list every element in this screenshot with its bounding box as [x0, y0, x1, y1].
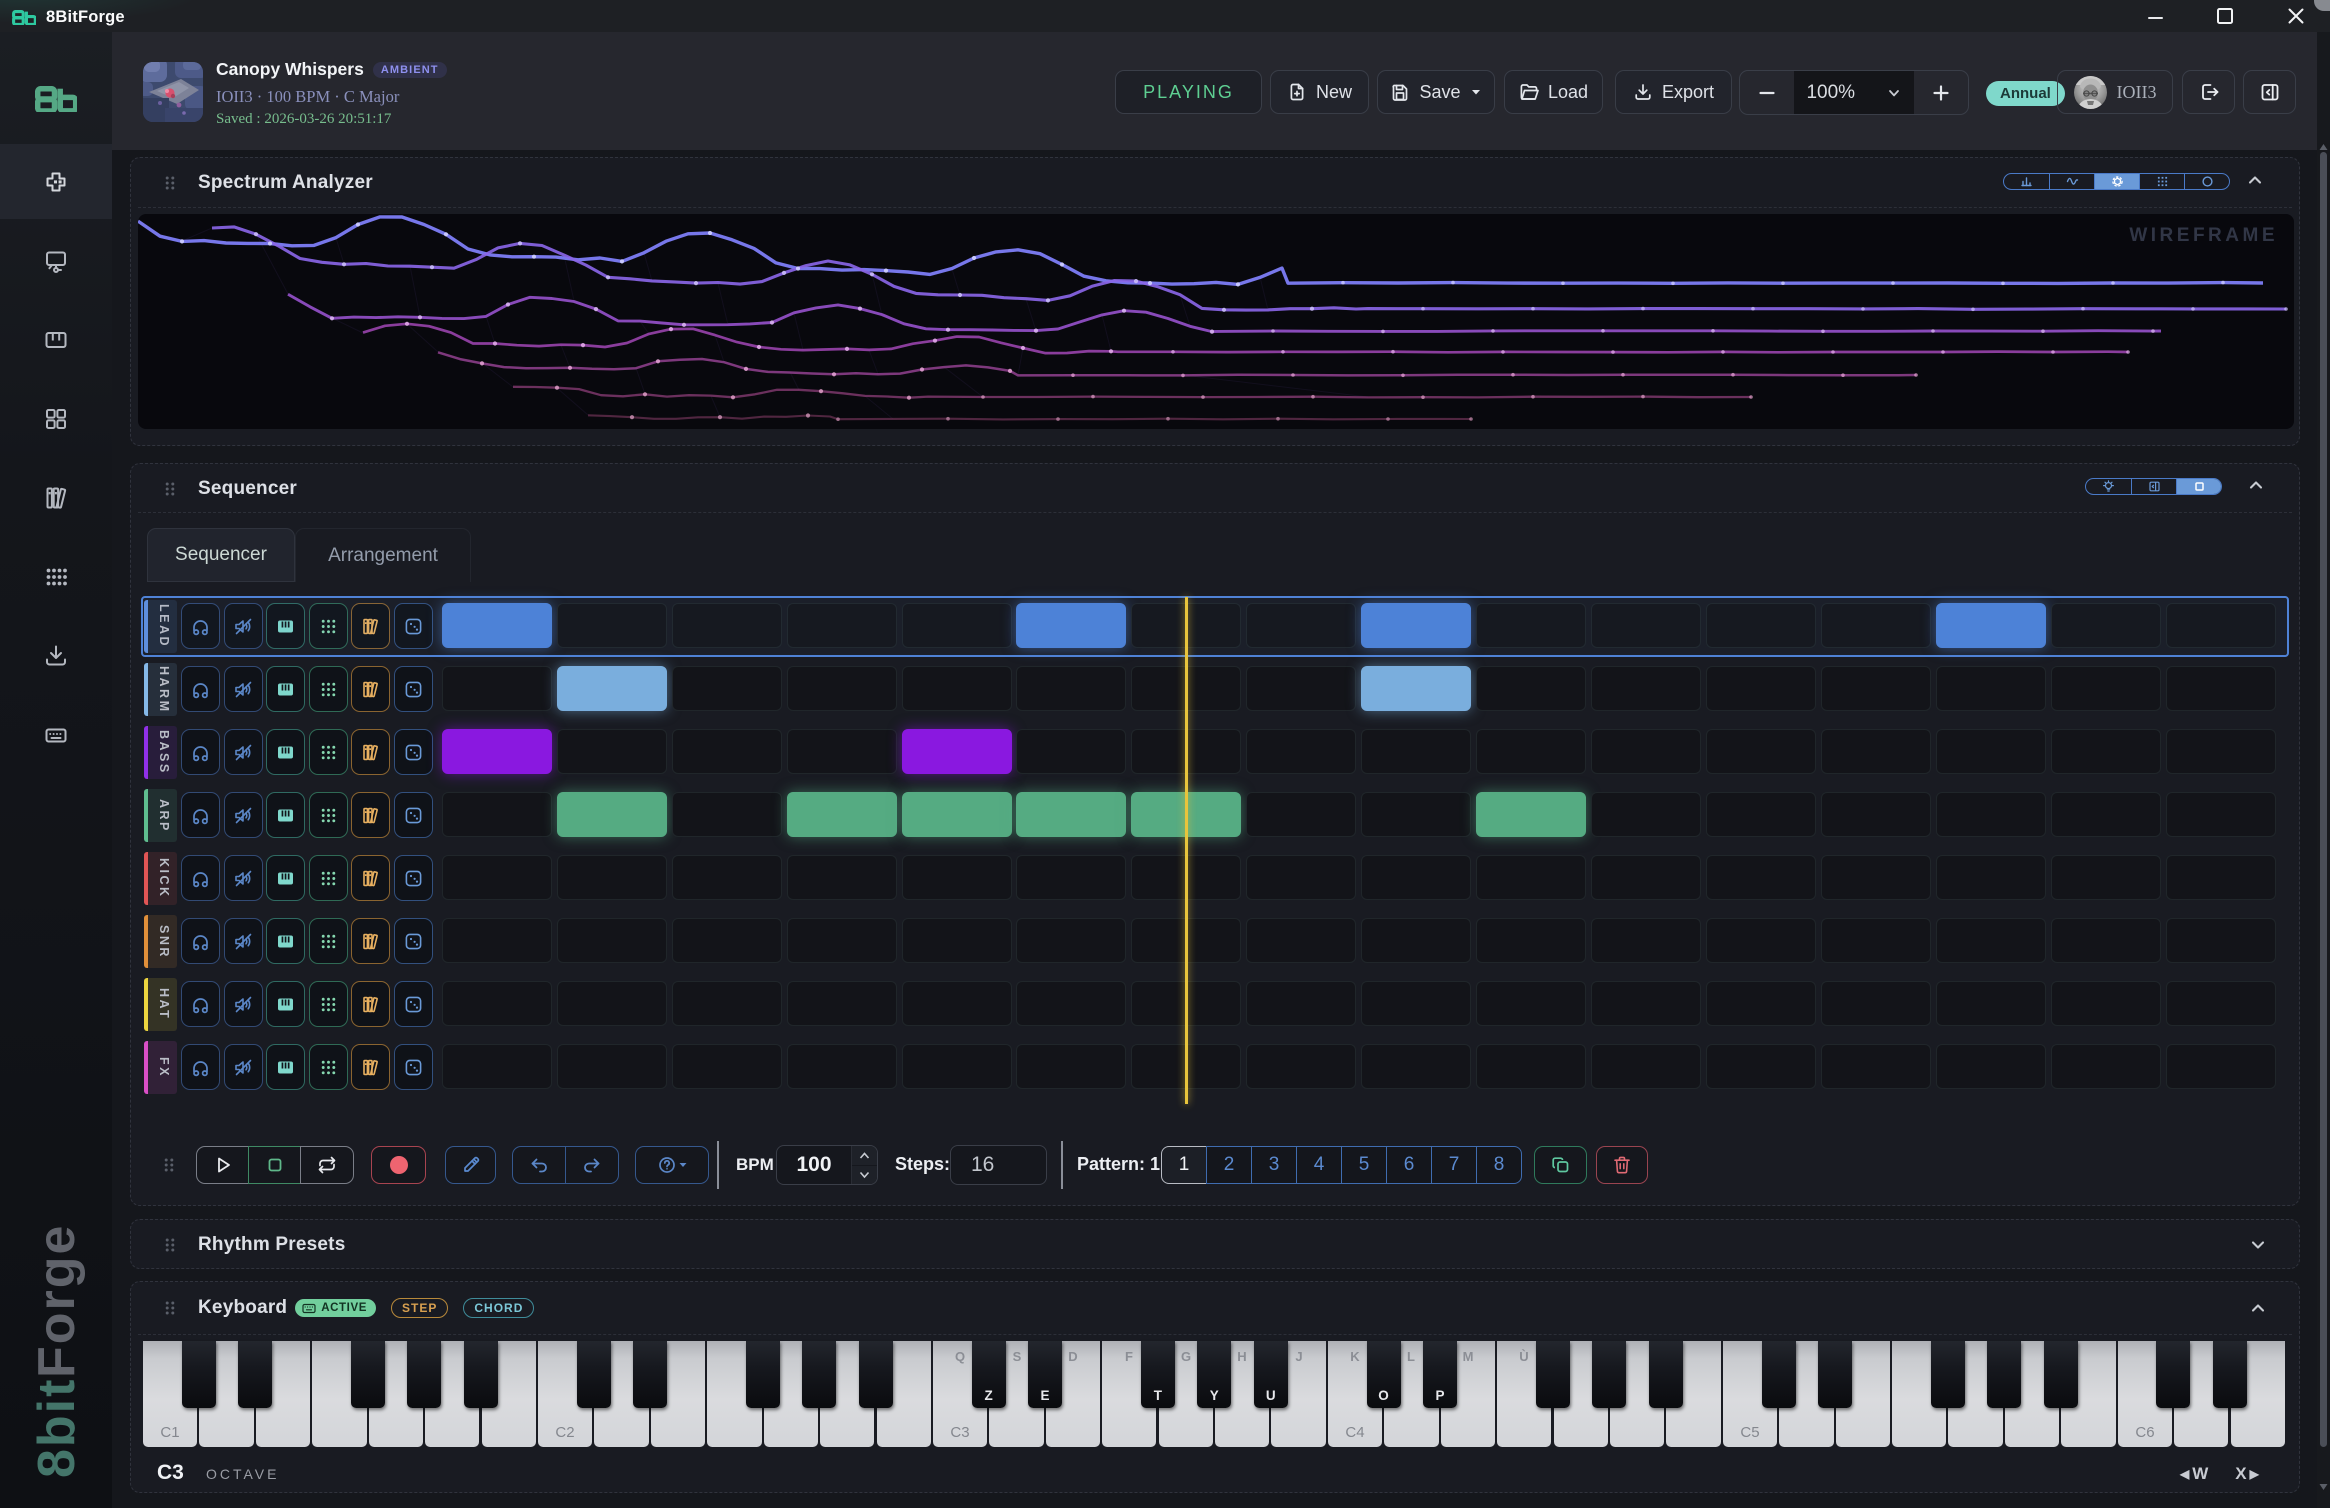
svg-text:WIREFRAME: WIREFRAME	[2129, 225, 2278, 246]
